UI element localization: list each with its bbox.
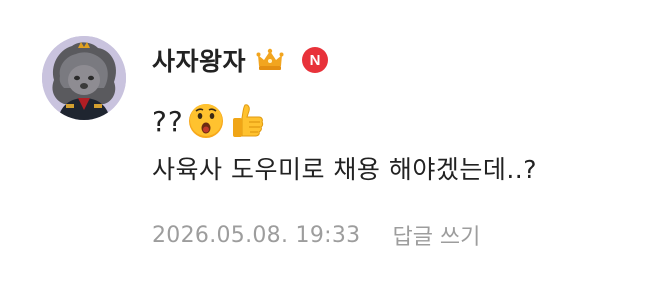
surprised-face-emoji [186, 101, 226, 141]
reply-button[interactable]: 답글 쓰기 [392, 219, 480, 251]
avatar[interactable] [42, 36, 126, 120]
crown-icon [256, 48, 284, 72]
new-badge: N [302, 47, 329, 73]
comment-text-line-1: ?? [152, 98, 268, 144]
thumbs-up-emoji [228, 101, 268, 141]
comment-text-line-2: 사육사 도우미로 채용 해야겠는데..? [152, 155, 538, 184]
author-nickname[interactable]: 사자왕자 [152, 42, 246, 78]
comment-timestamp: 2026.05.08. 19:33 [152, 222, 361, 248]
lion-avatar-icon [42, 36, 126, 120]
comment-text-question-marks: ?? [152, 104, 184, 138]
comment-footer: 2026.05.08. 19:33 답글 쓰기 [152, 219, 480, 251]
comment-item: 사자왕자 N ?? 사육사 도우미로 채용 해야겠는데..? 2026.05.0… [0, 0, 672, 281]
comment-header: 사자왕자 N [152, 38, 329, 82]
